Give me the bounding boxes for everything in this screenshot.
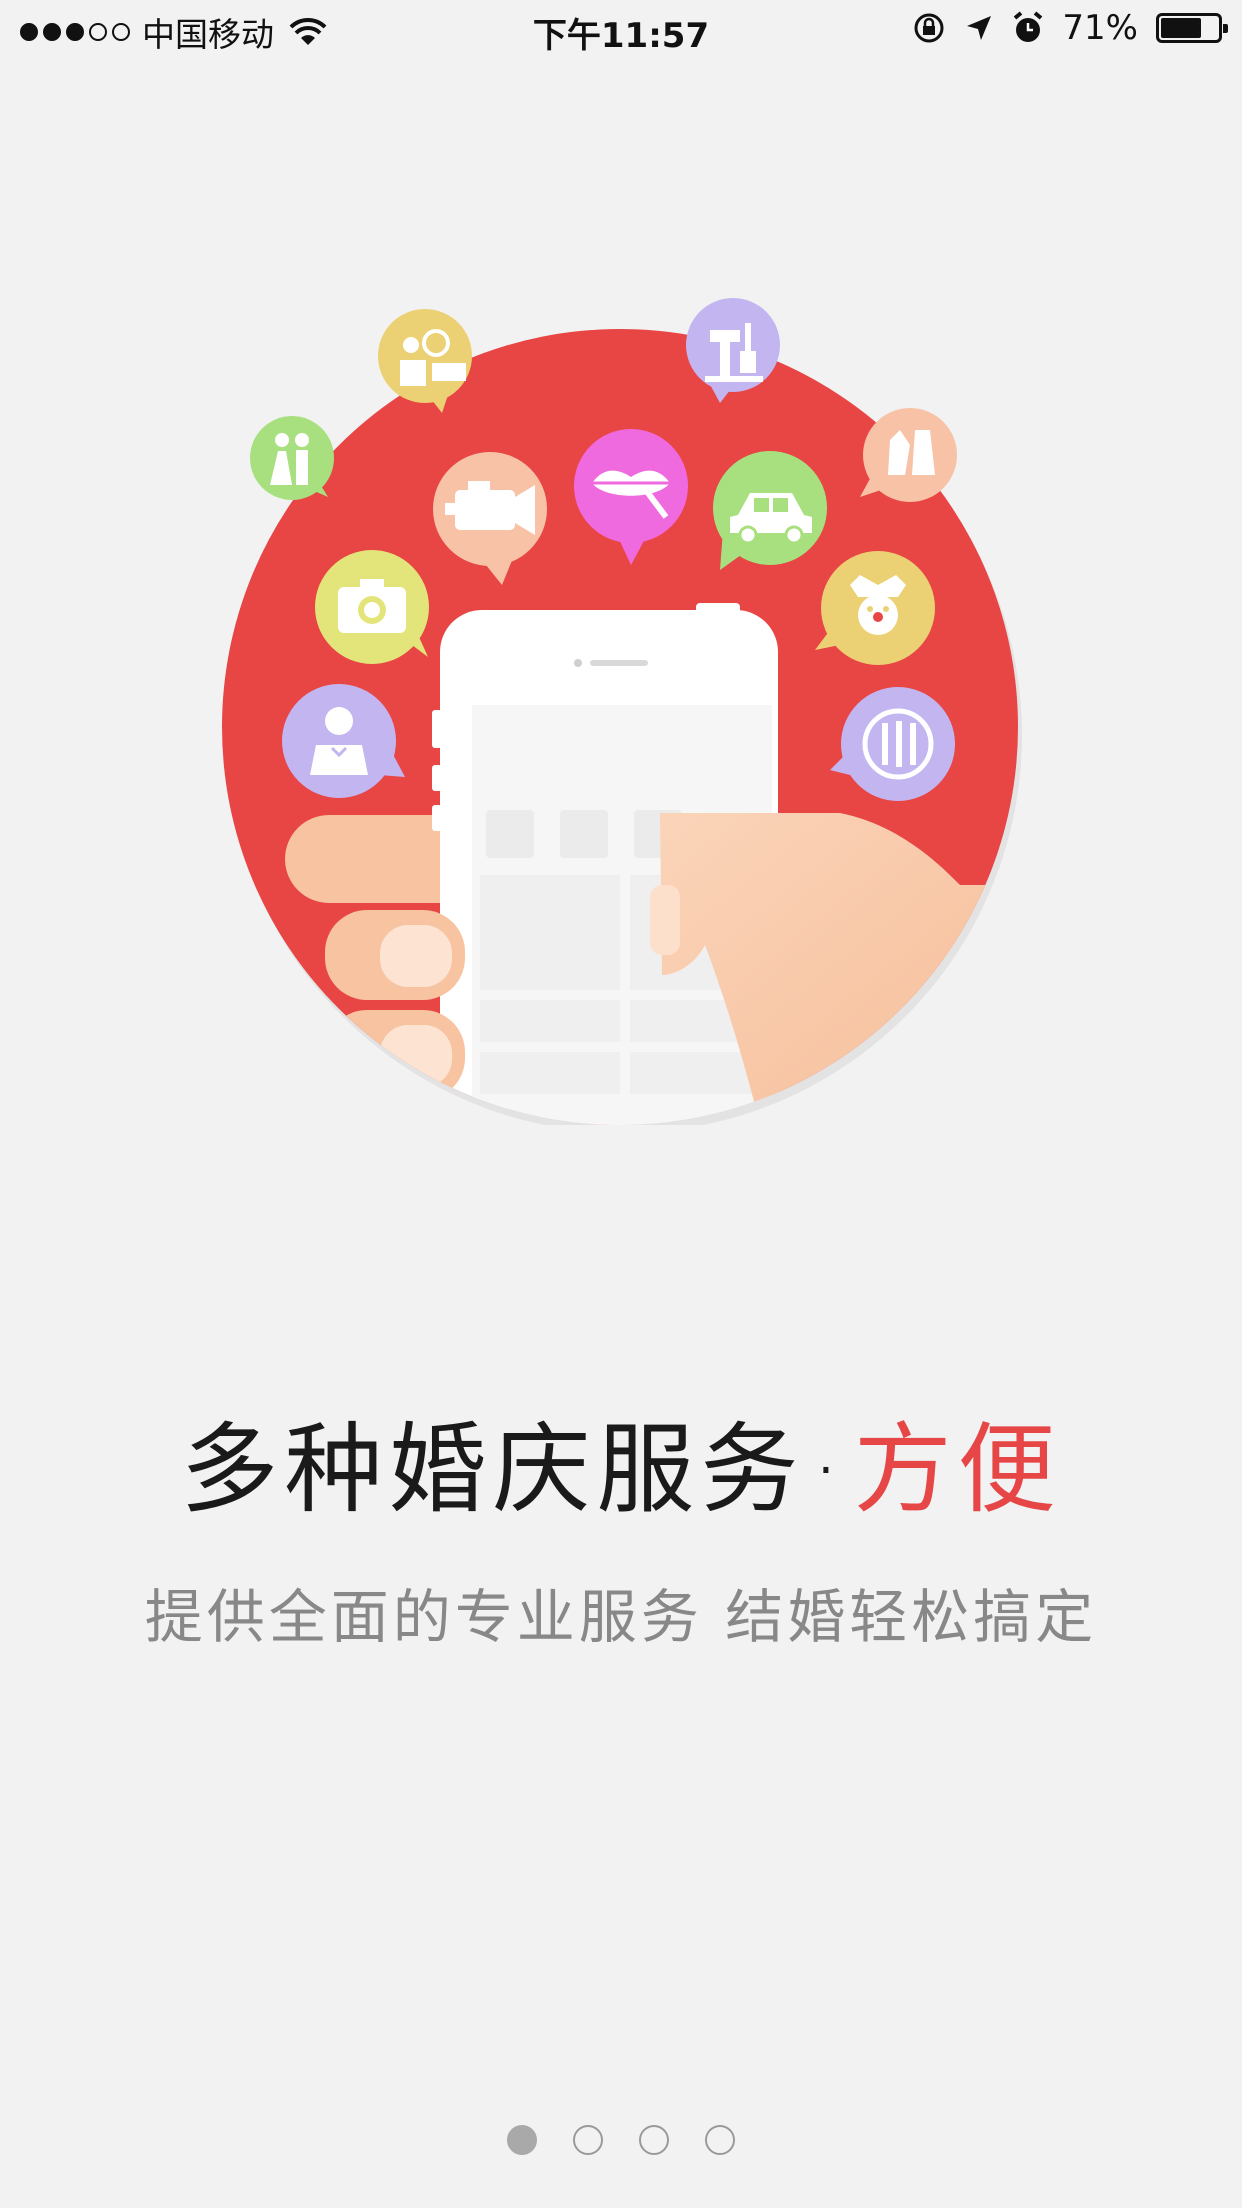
headline-main: 多种婚庆服务 <box>180 1413 805 1527</box>
headline-separator: · <box>810 1413 848 1527</box>
onboarding-headline: 多种婚庆服务·方便 <box>0 1390 1242 1532</box>
location-icon <box>967 16 992 40</box>
alarm-icon <box>1014 11 1043 42</box>
page-dot-2[interactable] <box>573 2125 603 2155</box>
camera-icon <box>315 550 429 664</box>
battery-percent: 71% <box>1062 8 1138 48</box>
status-bar: 中国移动 下午11:57 71% <box>0 0 1242 60</box>
bride-groom-icon <box>250 416 334 500</box>
onboarding-screen: 中国移动 下午11:57 71% 多种婚庆服务·方便 提供全面的专业服务 结婚轻… <box>0 0 1242 2208</box>
page-dot-4[interactable] <box>705 2125 735 2155</box>
onboarding-subline: 提供全面的专业服务 结婚轻松搞定 <box>144 1583 1098 1651</box>
page-dot-3[interactable] <box>639 2125 669 2155</box>
page-dot-1[interactable] <box>507 2125 537 2155</box>
services-illustration <box>222 298 1022 1125</box>
headline-accent: 方便 <box>853 1413 1062 1527</box>
status-right: 71% <box>912 8 1228 48</box>
rotation-lock-icon <box>914 13 944 43</box>
battery-icon <box>1156 13 1228 43</box>
page-indicator[interactable] <box>0 2125 1242 2155</box>
battery-fill <box>1161 18 1201 38</box>
